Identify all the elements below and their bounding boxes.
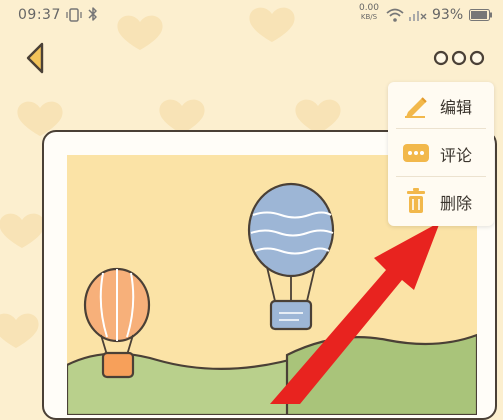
menu-item-label: 删除 <box>440 194 473 213</box>
menu-item-edit[interactable]: 编辑 <box>388 82 494 126</box>
context-menu: 编辑 评论 删除 <box>388 82 494 226</box>
three-dots-icon <box>433 50 485 66</box>
menu-item-delete[interactable]: 删除 <box>388 178 494 222</box>
status-bar: 09:37 0.00 KB/S 93% <box>0 0 503 32</box>
trash-icon <box>407 188 425 213</box>
wifi-icon <box>386 8 404 22</box>
menu-divider <box>396 128 486 129</box>
battery-icon <box>469 9 492 21</box>
back-button[interactable] <box>22 40 50 76</box>
comment-dots-icon <box>403 144 429 162</box>
more-options-button[interactable] <box>432 46 486 70</box>
menu-item-label: 评论 <box>440 146 473 165</box>
battery-percent: 93% <box>432 7 464 23</box>
pencil-icon <box>405 97 427 118</box>
status-time: 09:37 <box>18 7 61 23</box>
network-speed: 0.00 KB/S <box>356 4 382 22</box>
network-speed-value: 0.00 <box>358 3 380 13</box>
menu-item-label: 编辑 <box>440 98 473 117</box>
bluetooth-icon <box>88 7 97 21</box>
signal-icon <box>409 11 427 21</box>
vibrate-icon <box>66 8 82 22</box>
menu-divider <box>396 176 486 177</box>
menu-item-comment[interactable]: 评论 <box>388 130 494 174</box>
chevron-left-icon <box>26 42 44 74</box>
network-speed-unit: KB/S <box>360 13 378 21</box>
